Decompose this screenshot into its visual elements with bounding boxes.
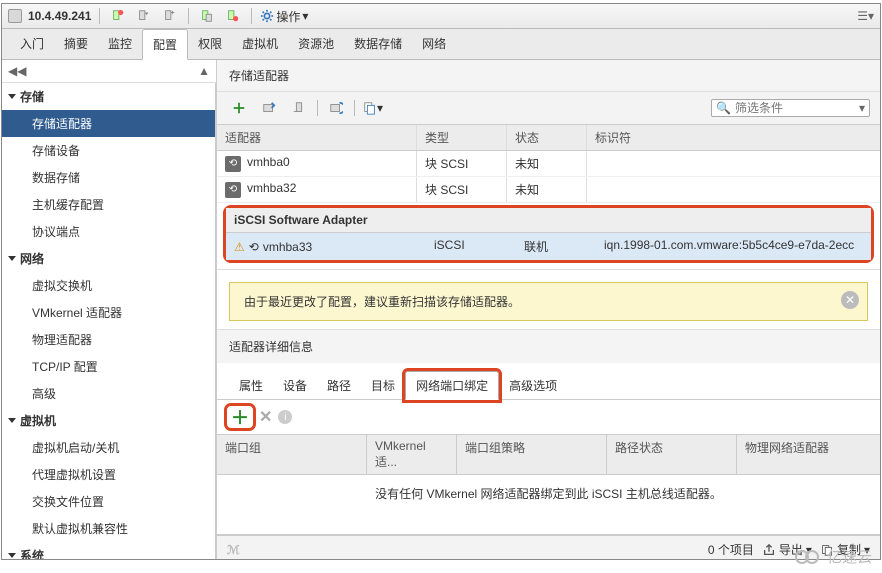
refresh-adapter-icon[interactable] (257, 98, 281, 118)
search-icon: 🔍 (716, 101, 731, 115)
add-adapter-icon[interactable] (227, 98, 251, 118)
toolbar-action-3-icon[interactable] (160, 7, 180, 25)
dtab-targets[interactable]: 目标 (361, 372, 405, 399)
notice-box: 由于最近更改了配置，建议重新扫描该存储适配器。 ✕ (229, 282, 868, 321)
tab-vms[interactable]: 虚拟机 (232, 29, 288, 59)
overflow-icon[interactable]: ☰▾ (857, 9, 874, 23)
tab-monitor[interactable]: 监控 (98, 29, 142, 59)
iscsi-section-highlight: iSCSI Software Adapter ⚠ ⟲ vmhba33 iSCSI… (223, 205, 874, 263)
sidebar-item-tcpip[interactable]: TCP/IP 配置 (2, 353, 215, 380)
title-bar: 10.4.49.241 操作 ▾ ☰▾ (2, 4, 880, 29)
filter-dropdown-icon[interactable]: ▾ (859, 101, 865, 115)
col-header-id[interactable]: 标识符 (587, 125, 880, 150)
bind-toolbar: ＋ ✕ i (217, 400, 880, 434)
info-icon[interactable]: i (278, 410, 292, 424)
main-panel: 存储适配器 ▾ 🔍 ▾ 适配器 类型 状态 标识符 (217, 60, 880, 559)
extra-action-icon[interactable]: ▾ (361, 98, 385, 118)
detail-title: 适配器详细信息 (217, 329, 880, 363)
actions-label: 操作 (276, 8, 300, 25)
sidebar-item-default-compat[interactable]: 默认虚拟机兼容性 (2, 515, 215, 542)
toolbar-action-4-icon[interactable] (197, 7, 217, 25)
dtab-paths[interactable]: 路径 (317, 372, 361, 399)
bcol-port-group[interactable]: 端口组 (217, 435, 367, 474)
tab-configure[interactable]: 配置 (142, 29, 188, 60)
sidebar-group-vm[interactable]: 虚拟机 (2, 407, 215, 434)
toolbar-action-5-icon[interactable] (223, 7, 243, 25)
sidebar-back-icon[interactable]: ◀◀ (8, 64, 26, 78)
adapter-icon: ⟲ (225, 182, 241, 198)
plus-icon: ＋ (231, 404, 249, 430)
sidebar-item-host-cache[interactable]: 主机缓存配置 (2, 191, 215, 218)
sidebar-item-swap[interactable]: 交换文件位置 (2, 488, 215, 515)
warning-icon: ⚠ (234, 240, 245, 254)
sidebar-group-storage[interactable]: 存储 (2, 83, 215, 110)
bind-grid-header: 端口组 VMkernel 适... 端口组策略 路径状态 物理网络适配器 (217, 434, 880, 475)
remove-binding-button[interactable]: ✕ (259, 407, 272, 427)
footer-bar: ℳ 0 个项目 导出 ▾ 复制 ▾ (217, 535, 880, 559)
sidebar-group-networking[interactable]: 网络 (2, 245, 215, 272)
filter-input[interactable] (735, 101, 855, 115)
section-title: 存储适配器 (217, 60, 880, 92)
table-row[interactable]: ⟲vmhba0 块 SCSI 未知 (217, 151, 880, 177)
adapter-toolbar: ▾ 🔍 ▾ (217, 92, 880, 125)
bcol-path[interactable]: 路径状态 (607, 435, 737, 474)
sidebar-item-vm-startup[interactable]: 虚拟机启动/关机 (2, 434, 215, 461)
iscsi-adapter-row[interactable]: ⚠ ⟲ vmhba33 iSCSI 联机 iqn.1998-01.com.vmw… (226, 233, 871, 260)
table-row[interactable]: ⟲vmhba32 块 SCSI 未知 (217, 177, 880, 203)
tab-getting-started[interactable]: 入门 (10, 29, 54, 59)
adapter-icon: ⟲ (249, 240, 259, 254)
resize-handle[interactable] (217, 269, 880, 270)
tab-permissions[interactable]: 权限 (188, 29, 232, 59)
gear-icon (260, 9, 274, 23)
bcol-vmk[interactable]: VMkernel 适... (367, 435, 457, 474)
dtab-advanced[interactable]: 高级选项 (499, 372, 567, 399)
detail-tabs: 属性 设备 路径 目标 网络端口绑定 高级选项 (217, 363, 880, 400)
actions-menu[interactable]: 操作 ▾ (260, 8, 308, 25)
tab-networks[interactable]: 网络 (412, 29, 456, 59)
col-header-status[interactable]: 状态 (507, 125, 587, 150)
watermark: 亿速云 (795, 546, 872, 567)
sidebar-item-vmkernel[interactable]: VMkernel 适配器 (2, 299, 215, 326)
dtab-devices[interactable]: 设备 (273, 372, 317, 399)
main-tabs: 入门 摘要 监控 配置 权限 虚拟机 资源池 数据存储 网络 (2, 29, 880, 60)
sidebar: ◀◀ ▲ 存储 存储适配器 存储设备 数据存储 主机缓存配置 协议端点 网络 虚… (2, 60, 217, 559)
bcol-phys[interactable]: 物理网络适配器 (737, 435, 880, 474)
sidebar-item-physical-adapters[interactable]: 物理适配器 (2, 326, 215, 353)
host-ip: 10.4.49.241 (28, 9, 91, 23)
col-header-adapter[interactable]: 适配器 (217, 125, 417, 150)
sidebar-item-agent-vm[interactable]: 代理虚拟机设置 (2, 461, 215, 488)
adapter-grid-header: 适配器 类型 状态 标识符 (217, 125, 880, 151)
chevron-down-icon: ▾ (302, 9, 308, 23)
sidebar-item-protocol-endpoints[interactable]: 协议端点 (2, 218, 215, 245)
iscsi-section-header: iSCSI Software Adapter (226, 208, 871, 233)
tab-summary[interactable]: 摘要 (54, 29, 98, 59)
search-footer-icon[interactable]: ℳ (227, 543, 239, 557)
rescan-adapter-icon[interactable] (287, 98, 311, 118)
export-icon (762, 543, 776, 557)
sidebar-item-datastores[interactable]: 数据存储 (2, 164, 215, 191)
toolbar-action-1-icon[interactable] (108, 7, 128, 25)
sidebar-item-vswitch[interactable]: 虚拟交换机 (2, 272, 215, 299)
sidebar-scroll-icon[interactable]: ▲ (198, 64, 210, 78)
rescan-all-icon[interactable] (324, 98, 348, 118)
tab-resource-pools[interactable]: 资源池 (288, 29, 344, 59)
host-icon (8, 9, 22, 23)
add-binding-button[interactable]: ＋ (227, 406, 253, 428)
adapter-icon: ⟲ (225, 156, 241, 172)
dtab-properties[interactable]: 属性 (229, 372, 273, 399)
bind-empty-row: 没有任何 VMkernel 网络适配器绑定到此 iSCSI 主机总线适配器。 (217, 475, 880, 535)
close-notice-icon[interactable]: ✕ (841, 291, 859, 309)
filter-input-container: 🔍 ▾ (711, 99, 870, 117)
sidebar-item-advanced[interactable]: 高级 (2, 380, 215, 407)
item-count-label: 0 个项目 (708, 541, 754, 558)
col-header-type[interactable]: 类型 (417, 125, 507, 150)
sidebar-item-storage-adapters[interactable]: 存储适配器 (2, 110, 215, 137)
toolbar-action-2-icon[interactable] (134, 7, 154, 25)
notice-text: 由于最近更改了配置，建议重新扫描该存储适配器。 (244, 295, 520, 309)
bcol-policy[interactable]: 端口组策略 (457, 435, 607, 474)
sidebar-item-storage-devices[interactable]: 存储设备 (2, 137, 215, 164)
tab-datastores[interactable]: 数据存储 (344, 29, 412, 59)
sidebar-group-system[interactable]: 系统 (2, 542, 215, 559)
dtab-port-binding[interactable]: 网络端口绑定 (405, 371, 499, 400)
